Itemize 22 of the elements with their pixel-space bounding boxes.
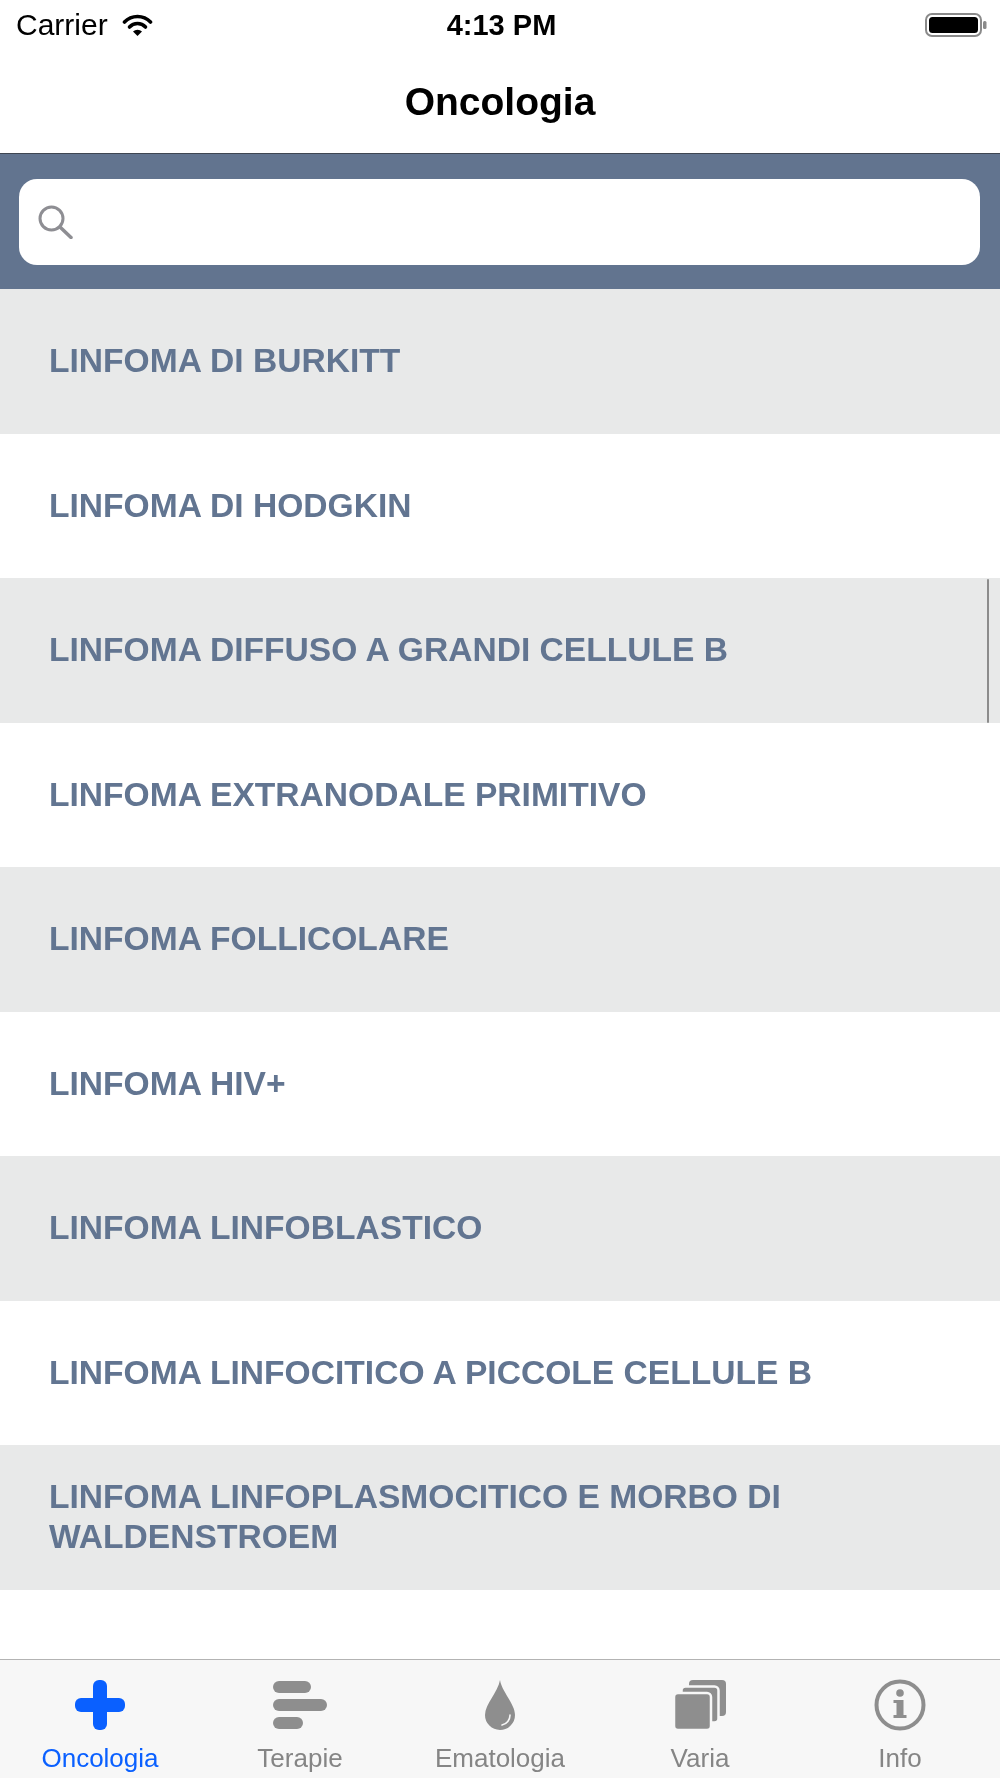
- plus-icon: [75, 1680, 125, 1730]
- bars-icon: [273, 1681, 327, 1729]
- stacked-squares-icon: [674, 1680, 726, 1730]
- drop-icon: [485, 1680, 515, 1730]
- carrier-name: Carrier: [16, 10, 108, 40]
- list-item[interactable]: LINFOMA DIFFUSO A GRANDI CELLULE B: [0, 578, 1000, 723]
- list-item[interactable]: LINFOMA DI BURKITT: [0, 289, 1000, 434]
- tab[interactable]: Varia: [600, 1660, 800, 1778]
- tab[interactable]: Terapie: [200, 1660, 400, 1778]
- wifi-icon: [121, 14, 153, 36]
- status-time: 4:13 PM: [446, 10, 557, 40]
- search-icon: [38, 205, 73, 239]
- list-item[interactable]: LINFOMA LINFOPLASMOCITICO E MORBO DI WALDENSTROEM: [0, 1445, 1000, 1590]
- search-field[interactable]: [19, 179, 980, 265]
- battery-icon: [925, 13, 987, 37]
- info-icon: [874, 1679, 926, 1731]
- tab[interactable]: Info: [800, 1660, 1000, 1778]
- list-item[interactable]: LINFOMA LINFOBLASTICO: [0, 1156, 1000, 1301]
- nav-title: Oncologia: [404, 82, 596, 121]
- tab[interactable]: Ematologia: [400, 1660, 600, 1778]
- list-item[interactable]: LINFOMA FOLLICOLARE: [0, 867, 1000, 1012]
- tab[interactable]: Oncologia: [0, 1660, 200, 1778]
